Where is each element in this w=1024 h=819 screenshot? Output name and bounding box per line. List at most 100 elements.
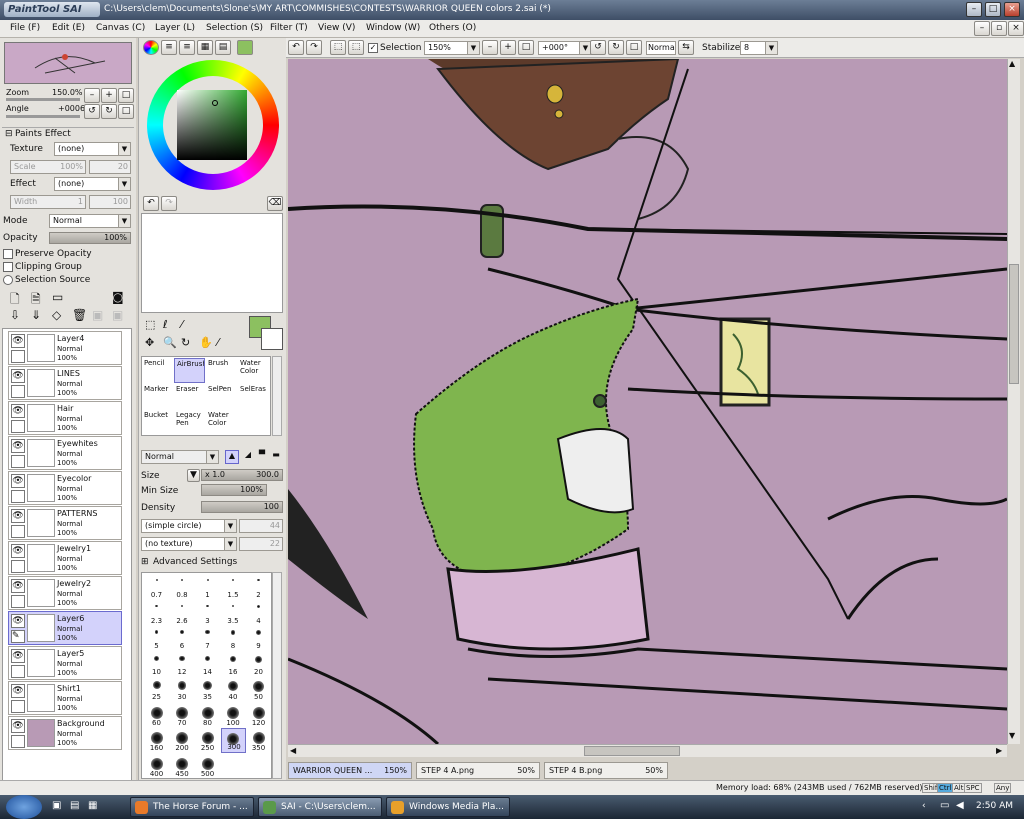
selection-checkbox[interactable]: ✓ xyxy=(368,43,378,53)
layer-item[interactable]: 👁 PATTERNS Normal 100% xyxy=(8,506,122,540)
tool-eraser[interactable]: Eraser xyxy=(174,384,205,409)
edge-soft-icon[interactable]: ◢ xyxy=(241,450,255,464)
zoom-select[interactable]: 150% ▼ xyxy=(424,41,480,55)
flip-mode-field[interactable]: Normal xyxy=(646,41,676,55)
brush-size-preset[interactable]: 100 xyxy=(221,703,246,728)
lock-toggle[interactable] xyxy=(11,420,25,433)
brush-size-preset[interactable]: 2.3 xyxy=(144,601,169,626)
eye-icon[interactable]: 👁 xyxy=(11,334,25,348)
network-icon[interactable]: ▭ xyxy=(940,800,949,811)
brush-size-preset[interactable]: 120 xyxy=(246,703,271,728)
eye-icon[interactable]: 👁 xyxy=(11,369,25,383)
expand-icon[interactable]: ⊞ xyxy=(141,557,149,567)
brush-size-preset[interactable]: 2 xyxy=(246,575,271,600)
layer-item[interactable]: 👁 Hair Normal 100% xyxy=(8,401,122,435)
eye-icon[interactable]: 👁 xyxy=(11,439,25,453)
merge-down-icon[interactable]: ⇓ xyxy=(31,308,41,322)
stabilizer-select[interactable]: 8 ▼ xyxy=(740,41,778,55)
edge-medium-icon[interactable]: ▀ xyxy=(255,450,269,464)
density-slider[interactable]: 100 xyxy=(201,501,283,513)
preserve-opacity-checkbox[interactable] xyxy=(3,249,13,259)
lock-toggle[interactable] xyxy=(11,665,25,678)
edge-flat-icon[interactable]: ▬ xyxy=(269,450,283,464)
brush-size-preset[interactable]: 0.8 xyxy=(170,575,195,600)
layer-item[interactable]: 👁 Jewelry1 Normal 100% xyxy=(8,541,122,575)
brush-size-preset[interactable]: 2.6 xyxy=(170,601,195,626)
brush-size-preset[interactable]: 14 xyxy=(195,652,220,677)
clear-layer-icon[interactable]: ◇ xyxy=(52,308,61,322)
eye-icon[interactable]: 👁 xyxy=(11,719,25,733)
brush-size-preset[interactable]: 7 xyxy=(195,626,220,651)
delete-layer-icon[interactable]: 🗑 xyxy=(72,308,87,322)
brush-texture-select[interactable]: (no texture) ▼ xyxy=(141,537,237,551)
zoom-out-icon[interactable]: – xyxy=(482,40,498,55)
advanced-settings-label[interactable]: Advanced Settings xyxy=(153,557,237,567)
close-button[interactable]: × xyxy=(1004,2,1020,17)
layer-item-selected[interactable]: 👁 ✎ Layer6 Normal 100% xyxy=(8,611,122,645)
layer-item[interactable]: 👁 Layer4 Normal 100% xyxy=(8,331,122,365)
invert-selection-icon[interactable]: ⬚ xyxy=(348,40,364,55)
lock-toggle[interactable] xyxy=(11,385,25,398)
opacity-slider[interactable]: 100% xyxy=(49,232,131,244)
brush-size-preset[interactable]: 10 xyxy=(144,652,169,677)
brush-size-preset[interactable]: 4 xyxy=(246,601,271,626)
doc-restore-button[interactable]: ▫ xyxy=(991,21,1007,36)
selection-source-radio[interactable] xyxy=(3,275,13,285)
scroll-left-icon[interactable]: ◀ xyxy=(290,746,296,755)
brush-size-preset[interactable]: 25 xyxy=(144,677,169,702)
tray-expand-icon[interactable]: ‹ xyxy=(922,801,926,811)
new-folder-icon[interactable]: ▭ xyxy=(52,290,63,304)
switch-windows-icon[interactable]: ▤ xyxy=(70,800,79,811)
start-button[interactable] xyxy=(6,795,42,819)
hsv-slider-icon[interactable]: ≡ xyxy=(179,40,195,55)
menu-edit[interactable]: Edit (E) xyxy=(52,23,85,33)
brush-size-scrollbar[interactable] xyxy=(272,572,282,779)
magic-wand-icon[interactable]: ⁄ xyxy=(181,318,183,331)
rotate-left-button[interactable]: ↺ xyxy=(84,104,100,119)
brush-size-preset[interactable]: 8 xyxy=(221,626,246,651)
doc-close-button[interactable]: × xyxy=(1008,21,1024,36)
brush-size-preset[interactable]: 35 xyxy=(195,677,220,702)
zoom-icon[interactable]: 🔍 xyxy=(163,336,177,349)
move-icon[interactable]: ✥ xyxy=(145,336,154,349)
lock-toggle[interactable] xyxy=(11,350,25,363)
brush-size-preset[interactable]: 250 xyxy=(195,728,220,753)
lock-toggle[interactable] xyxy=(11,700,25,713)
angle-select[interactable]: +000° ▼ xyxy=(538,41,592,55)
scratchpad-icon[interactable]: ▤ xyxy=(215,40,231,55)
paints-effect-header[interactable]: ⊟ Paints Effect xyxy=(2,127,134,140)
brush-size-preset[interactable]: 5 xyxy=(144,626,169,651)
tool-brush[interactable]: Brush xyxy=(206,358,237,383)
zoom-reset-button[interactable]: □ xyxy=(118,88,134,103)
brush-size-preset[interactable]: 50 xyxy=(246,677,271,702)
tool-selpen[interactable]: SelPen xyxy=(206,384,237,409)
canvas[interactable] xyxy=(288,59,1007,744)
tool-legacy-pen[interactable]: Legacy Pen xyxy=(174,410,205,435)
clock[interactable]: 2:50 AM xyxy=(976,801,1013,811)
brush-size-preset[interactable]: 450 xyxy=(170,754,195,779)
menu-canvas[interactable]: Canvas (C) xyxy=(96,23,145,33)
blend-mode-select[interactable]: Normal ▼ xyxy=(49,214,131,228)
layer-item[interactable]: 👁 LINES Normal 100% xyxy=(8,366,122,400)
zoom-fit-icon[interactable]: □ xyxy=(518,40,534,55)
taskbar-item-active[interactable]: SAI - C:\Users\clem... xyxy=(258,797,382,817)
layer-item[interactable]: 👁 Background Normal 100% xyxy=(8,716,122,750)
eye-icon[interactable]: 👁 xyxy=(11,404,25,418)
eye-icon[interactable]: 👁 xyxy=(11,684,25,698)
layer-item[interactable]: 👁 Jewelry2 Normal 100% xyxy=(8,576,122,610)
brush-size-preset[interactable]: 300 xyxy=(220,728,246,753)
hscroll-thumb[interactable] xyxy=(584,746,680,756)
scratchpad[interactable] xyxy=(141,213,283,313)
minimize-button[interactable]: – xyxy=(966,2,982,17)
size-slider[interactable]: x 1.0 300.0 xyxy=(201,469,283,481)
scroll-right-icon[interactable]: ▶ xyxy=(996,746,1002,755)
tool-watercolor-2[interactable]: Water Color xyxy=(206,410,237,435)
tool-airbrush[interactable]: AirBrush xyxy=(174,358,205,383)
eye-icon[interactable]: 👁 xyxy=(11,509,25,523)
menu-filter[interactable]: Filter (T) xyxy=(270,23,308,33)
undo-color-icon[interactable]: ↶ xyxy=(143,196,159,211)
redo-icon[interactable]: ↷ xyxy=(306,40,322,55)
eye-icon[interactable]: 👁 xyxy=(11,544,25,558)
scroll-down-icon[interactable]: ▼ xyxy=(1009,731,1015,740)
eye-icon[interactable]: 👁 xyxy=(11,614,25,628)
